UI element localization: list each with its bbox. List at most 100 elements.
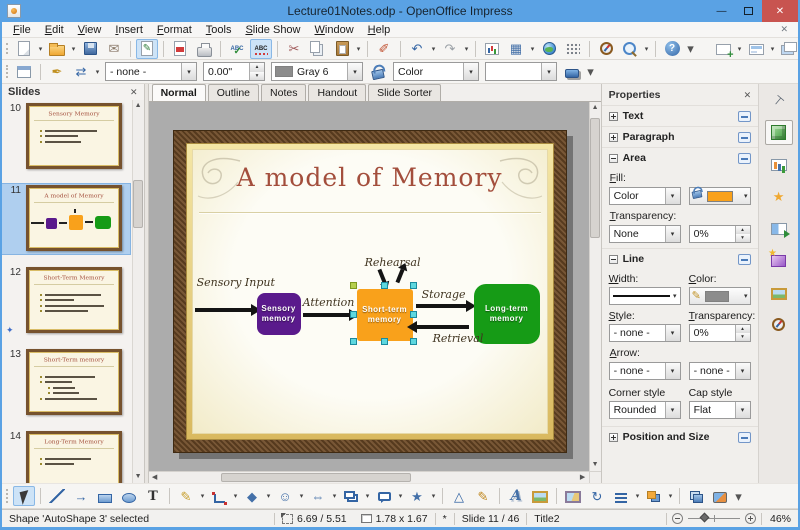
insert-picture-icon[interactable] [529,486,551,506]
box-long-term-memory[interactable]: Long-term memory [473,284,540,344]
fill-type-select-panel[interactable]: Color [608,187,681,205]
navigator-icon[interactable] [595,39,617,59]
interaction-icon[interactable] [709,486,731,506]
block-arrows-icon[interactable]: ⇔ [307,486,329,506]
line-icon[interactable] [46,486,68,506]
section-line[interactable]: Line [601,248,759,269]
shadow-icon[interactable] [561,62,583,82]
zoom-in-icon[interactable] [745,513,756,524]
dropdown-icon[interactable] [664,402,680,418]
sidebar-settings-icon[interactable]: ⊤ [765,88,793,113]
minimize-button[interactable]: — [708,0,735,22]
section-detach-icon[interactable] [738,431,752,443]
selection-handle[interactable] [409,282,417,289]
label-attention[interactable]: Attention [303,296,355,309]
section-detach-icon[interactable] [738,253,752,265]
area-dialog-icon[interactable] [367,62,389,82]
display-grid-icon[interactable] [562,39,584,59]
menu-window[interactable]: Window [308,23,361,37]
label-retrieval[interactable]: Retrieval [433,332,484,345]
label-storage[interactable]: Storage [422,288,466,301]
arrowheads-dropdown-icon[interactable]: ▾ [93,68,102,76]
tab-handout[interactable]: Handout [308,84,367,101]
scroll-right-icon[interactable]: ▶ [577,472,589,484]
line-color-button[interactable]: ✎ ▾ [688,287,751,305]
symbol-shapes-icon[interactable]: ☺ [274,486,296,506]
toolbar-options-icon[interactable]: ▾ [685,39,696,59]
line-style-select[interactable]: - none - [105,62,197,81]
box-sensory-memory[interactable]: Sensory memory [256,293,301,335]
transparency-type-select[interactable]: None [608,225,681,243]
line-color-dropdown-icon[interactable] [347,63,362,80]
menu-help[interactable]: Help [361,23,398,37]
scroll-up-icon[interactable]: ▲ [589,102,601,114]
selection-handle[interactable] [349,311,357,318]
slide-thumbnail-11[interactable]: 11 A model of Memory [2,183,131,255]
alignment-dropdown-icon[interactable]: ▾ [633,492,642,500]
spinner[interactable] [734,226,750,242]
menu-slide-show[interactable]: Slide Show [238,23,307,37]
canvas-vertical-scrollbar[interactable]: ▲ ▼ [588,102,601,471]
expand-icon[interactable] [608,111,618,121]
select-icon[interactable] [13,486,35,506]
box-short-term-memory[interactable]: Short-term memory [356,289,413,341]
maximize-button[interactable] [735,0,762,22]
dropdown-icon[interactable] [664,325,680,341]
scroll-up-icon[interactable]: ▲ [132,100,144,112]
scroll-down-icon[interactable]: ▼ [132,471,144,483]
tab-normal[interactable]: Normal [151,84,206,101]
paste-icon[interactable] [331,39,353,59]
ellipse-icon[interactable] [118,486,140,506]
draw-toolbar-options-icon[interactable]: ▾ [733,486,744,506]
redo-dropdown-icon[interactable]: ▾ [462,45,471,53]
stars-icon[interactable]: ★ [406,486,428,506]
slide-title[interactable]: A model of Memory [193,163,547,192]
fontwork-gallery-icon[interactable]: A [505,486,527,506]
styles-and-formatting-icon[interactable] [13,62,35,82]
fill-color-select[interactable] [485,62,557,81]
open-document-icon[interactable] [46,39,68,59]
zoom-out-icon[interactable] [672,513,683,524]
slide-canvas[interactable]: A model of Memory Sensory Input Sensory … [148,102,589,471]
dropdown-icon[interactable] [664,363,680,379]
arrowheads-icon[interactable]: ⇄ [70,62,92,82]
selection-handle[interactable] [409,311,417,318]
curve-icon[interactable]: ✎ [175,486,197,506]
email-icon[interactable]: ✉ [103,39,125,59]
menu-format[interactable]: Format [150,23,199,37]
selection-handle[interactable] [380,338,388,345]
cap-style-select[interactable]: Flat [688,401,751,419]
callouts-dropdown-icon[interactable]: ▾ [396,492,405,500]
scrollbar-thumb[interactable] [220,473,411,482]
slide-thumbnail-10[interactable]: 10 Sensory Memory [2,102,130,172]
deck-master-pages-icon[interactable] [765,152,793,177]
basic-shapes-dropdown-icon[interactable]: ▾ [264,492,273,500]
rotate-icon[interactable]: ↻ [586,486,608,506]
zoom-dropdown-icon[interactable]: ▾ [642,45,651,53]
close-document-icon[interactable]: ✕ [774,24,794,35]
fill-color-button[interactable]: ▾ [688,187,751,205]
slides-panel-close-icon[interactable]: ✕ [130,87,138,98]
new-slide-icon[interactable] [712,39,734,61]
label-sensory-input[interactable]: Sensory Input [197,276,275,289]
tab-slide-sorter[interactable]: Slide Sorter [368,84,442,101]
section-area[interactable]: Area [601,147,759,168]
extrusion-icon[interactable] [685,486,707,506]
selection-handle[interactable] [409,338,417,345]
scroll-left-icon[interactable]: ◀ [149,472,161,484]
properties-close-icon[interactable]: ✕ [744,90,752,101]
slide-thumbnail-12[interactable]: ✦ 12 Short-Term Memory [2,266,130,336]
slide[interactable]: A model of Memory Sensory Input Sensory … [172,130,567,453]
deck-custom-animation-icon[interactable]: ★ [765,184,793,209]
dropdown-icon[interactable]: ▾ [673,292,680,300]
gallery-icon[interactable] [562,486,584,506]
basic-shapes-icon[interactable]: ◆ [241,486,263,506]
fill-color-dropdown-icon[interactable] [541,63,556,80]
arrow-storage[interactable] [415,304,466,308]
expand-icon[interactable] [608,132,618,142]
line-width-style-select[interactable]: ▾ [608,287,681,305]
arrow-sensory-input[interactable] [194,308,251,312]
new-document-dropdown-icon[interactable]: ▾ [36,45,45,53]
menu-edit[interactable]: Edit [38,23,71,37]
slide-thumbnail-13[interactable]: 13 Short-Term memory [2,348,130,418]
